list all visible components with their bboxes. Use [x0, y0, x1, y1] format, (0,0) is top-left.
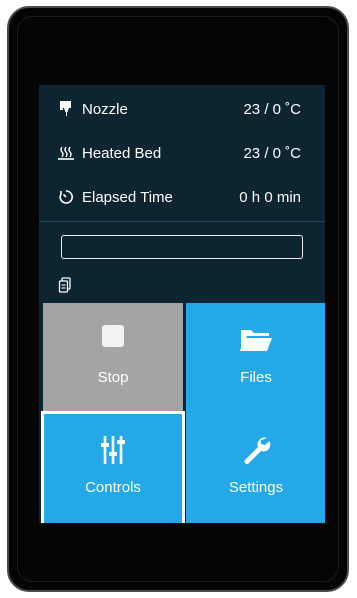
print-progress-bar: [61, 235, 303, 259]
status-row-nozzle: Nozzle 23 / 0 ˚C: [39, 87, 325, 131]
printer-screen: Nozzle 23 / 0 ˚C Heated Bed 23 / 0 ˚C El…: [39, 85, 325, 523]
heated-bed-icon: [57, 144, 75, 162]
nozzle-temperature: 23 / 0 ˚C: [243, 100, 301, 118]
files-label: Files: [240, 369, 272, 386]
status-row-elapsed-time: Elapsed Time 0 h 0 min: [39, 175, 325, 219]
timer-icon: [57, 188, 75, 206]
heated-bed-temperature: 23 / 0 ˚C: [243, 144, 301, 162]
nozzle-icon: [57, 100, 75, 118]
folder-icon: [239, 325, 273, 358]
stop-icon: [102, 325, 124, 347]
files-button[interactable]: Files: [186, 303, 325, 415]
stop-button[interactable]: Stop: [43, 303, 183, 415]
nozzle-label: Nozzle: [82, 100, 128, 118]
status-row-heated-bed: Heated Bed 23 / 0 ˚C: [39, 131, 325, 175]
controls-button[interactable]: Controls: [41, 411, 185, 523]
file-icon: [58, 277, 72, 293]
sliders-icon: [100, 435, 126, 470]
stop-label: Stop: [97, 369, 129, 386]
wrench-icon: [241, 435, 271, 470]
controls-label: Controls: [85, 479, 141, 496]
elapsed-time-value: 0 h 0 min: [239, 188, 301, 206]
heated-bed-label: Heated Bed: [82, 144, 162, 162]
settings-button[interactable]: Settings: [186, 413, 325, 523]
settings-label: Settings: [228, 479, 284, 496]
status-divider: [39, 221, 325, 222]
elapsed-time-label: Elapsed Time: [82, 188, 173, 206]
